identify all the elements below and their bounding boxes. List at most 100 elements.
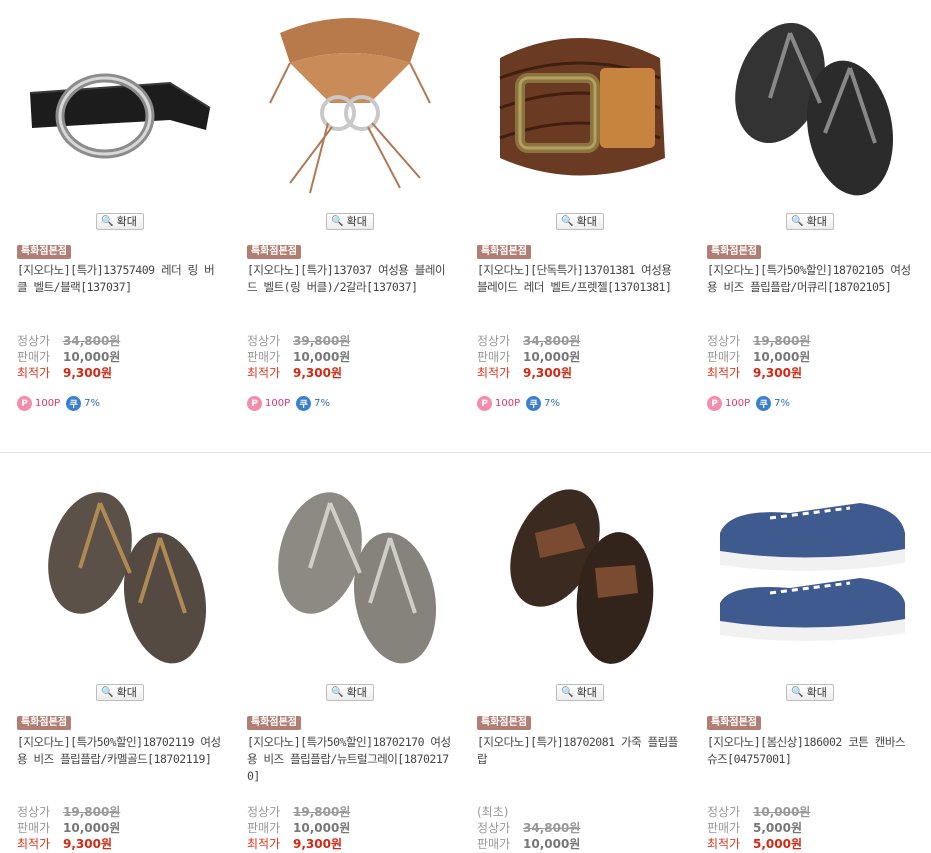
product-image[interactable]	[245, 0, 455, 205]
product-card: 🔍 확대 특화점본점 [지오다노][특가]137037 여성용 블레이드 벨트(링…	[245, 0, 455, 411]
product-card: 🔍 확대 특화점본점 [지오다노][특가50%할인]18702170 여성용 비즈…	[245, 470, 455, 851]
magnifier-icon: 🔍	[101, 216, 114, 227]
coupon-icon: 쿠	[66, 396, 82, 411]
product-name-link[interactable]: [지오다노][봄신상]186002 코튼 캔바스 슈즈[04757001]	[707, 734, 912, 768]
price-block: 정상가 19,800원 판매가 10,000원 최적가 9,300원	[17, 805, 121, 851]
price-block: 정상가 34,800원 판매가 10,000원 최적가 9,300원	[477, 334, 581, 380]
magnifier-icon: 🔍	[101, 687, 114, 698]
sale-price: 10,000원	[523, 350, 581, 364]
coupon-icon: 쿠	[296, 396, 312, 411]
store-badge: 특화점본점	[17, 245, 71, 259]
magnifier-icon: 🔍	[791, 216, 804, 227]
zoom-button[interactable]: 🔍 확대	[96, 684, 144, 701]
sale-price: 10,000원	[293, 821, 351, 835]
regular-price: 34,800원	[523, 334, 581, 348]
sale-price: 10,000원	[523, 837, 581, 851]
product-row: 🔍 확대 특화점본점 [지오다노][특가50%할인]18702119 여성용 비즈…	[0, 470, 931, 853]
magnifier-icon: 🔍	[561, 687, 574, 698]
product-card: 🔍 확대 특화점본점 [지오다노][특가50%할인]18702105 여성용 비즈…	[705, 0, 915, 411]
best-price: 9,300원	[293, 366, 342, 380]
product-card: 🔍 확대 특화점본점 [지오다노][봄신상]186002 코튼 캔바스 슈즈[04…	[705, 470, 915, 851]
price-block: 정상가 39,800원 판매가 10,000원 최적가 9,300원	[247, 334, 351, 380]
point-icon: P	[707, 396, 722, 411]
product-image[interactable]	[705, 470, 915, 675]
zoom-button[interactable]: 🔍 확대	[556, 213, 604, 230]
product-name-link[interactable]: [지오다노][단독특가]13701381 여성용 블레이드 레더 벨트/프렛젤[…	[477, 262, 682, 296]
store-badge: 특화점본점	[17, 716, 71, 730]
price-block: (최초) 정상가 34,800원 판매가 10,000원	[477, 805, 581, 851]
perks: P 100P 쿠 7%	[17, 396, 100, 411]
coupon-info[interactable]: 쿠 7%	[756, 396, 790, 411]
perks: P 100P 쿠 7%	[247, 396, 330, 411]
magnifier-icon: 🔍	[331, 216, 344, 227]
product-image[interactable]	[15, 470, 225, 675]
best-price: 5,000원	[753, 837, 802, 851]
sale-price: 5,000원	[753, 821, 802, 835]
store-badge: 특화점본점	[247, 245, 301, 259]
product-name-link[interactable]: [지오다노][특가50%할인]18702170 여성용 비즈 플립플랍/뉴트럴그…	[247, 734, 452, 785]
zoom-button[interactable]: 🔍 확대	[326, 684, 374, 701]
product-card: 🔍 확대 특화점본점 [지오다노][단독특가]13701381 여성용 블레이드 …	[475, 0, 685, 411]
row-divider	[0, 452, 931, 453]
zoom-button[interactable]: 🔍 확대	[786, 213, 834, 230]
product-image[interactable]	[15, 0, 225, 205]
price-block: 정상가 10,000원 판매가 5,000원 최적가 5,000원	[707, 805, 811, 851]
point-icon: P	[17, 396, 32, 411]
magnifier-icon: 🔍	[791, 687, 804, 698]
zoom-button[interactable]: 🔍 확대	[556, 684, 604, 701]
coupon-icon: 쿠	[526, 396, 542, 411]
perks: P 100P 쿠 7%	[477, 396, 560, 411]
perks: P 100P 쿠 7%	[707, 396, 790, 411]
product-image[interactable]	[245, 470, 455, 675]
sale-price: 10,000원	[753, 350, 811, 364]
regular-price: 19,800원	[63, 805, 121, 819]
price-block: 정상가 19,800원 판매가 10,000원 최적가 9,300원	[247, 805, 351, 851]
product-name-link[interactable]: [지오다노][특가]137037 여성용 블레이드 벨트(링 버클)/2갈라[1…	[247, 262, 452, 296]
regular-price: 34,800원	[523, 821, 581, 835]
zoom-button[interactable]: 🔍 확대	[326, 213, 374, 230]
point-info[interactable]: P 100P	[247, 396, 290, 411]
point-info[interactable]: P 100P	[707, 396, 750, 411]
point-info[interactable]: P 100P	[477, 396, 520, 411]
product-card: 🔍 확대 특화점본점 [지오다노][특가]18702081 가죽 플립플랍 (최초…	[475, 470, 685, 851]
point-icon: P	[477, 396, 492, 411]
store-badge: 특화점본점	[707, 245, 761, 259]
product-name-link[interactable]: [지오다노][특가50%할인]18702105 여성용 비즈 플립플랍/머큐리[…	[707, 262, 912, 296]
product-card: 🔍 확대 특화점본점 [지오다노][특가50%할인]18702119 여성용 비즈…	[15, 470, 225, 851]
best-price: 9,300원	[523, 366, 572, 380]
price-block: 정상가 34,800원 판매가 10,000원 최적가 9,300원	[17, 334, 121, 380]
sale-price: 10,000원	[293, 350, 351, 364]
coupon-icon: 쿠	[756, 396, 772, 411]
regular-price: 19,800원	[753, 334, 811, 348]
point-icon: P	[247, 396, 262, 411]
best-price: 9,300원	[63, 837, 112, 851]
store-badge: 특화점본점	[477, 716, 531, 730]
sale-price: 10,000원	[63, 821, 121, 835]
product-grid: 🔍 확대 특화점본점 [지오다노][특가]13757409 레더 링 버클 벨트/…	[0, 0, 931, 853]
best-price: 9,300원	[753, 366, 802, 380]
product-name-link[interactable]: [지오다노][특가]13757409 레더 링 버클 벨트/블랙[137037]	[17, 262, 222, 296]
coupon-info[interactable]: 쿠 7%	[296, 396, 330, 411]
store-badge: 특화점본점	[707, 716, 761, 730]
regular-price: 34,800원	[63, 334, 121, 348]
product-name-link[interactable]: [지오다노][특가50%할인]18702119 여성용 비즈 플립플랍/카멜골드…	[17, 734, 222, 768]
regular-price: 19,800원	[293, 805, 351, 819]
product-name-link[interactable]: [지오다노][특가]18702081 가죽 플립플랍	[477, 734, 682, 768]
coupon-info[interactable]: 쿠 7%	[526, 396, 560, 411]
best-price: 9,300원	[63, 366, 112, 380]
price-block: 정상가 19,800원 판매가 10,000원 최적가 9,300원	[707, 334, 811, 380]
product-card: 🔍 확대 특화점본점 [지오다노][특가]13757409 레더 링 버클 벨트/…	[15, 0, 225, 411]
regular-price: 39,800원	[293, 334, 351, 348]
magnifier-icon: 🔍	[331, 687, 344, 698]
regular-price: 10,000원	[753, 805, 811, 819]
zoom-button[interactable]: 🔍 확대	[786, 684, 834, 701]
magnifier-icon: 🔍	[561, 216, 574, 227]
coupon-info[interactable]: 쿠 7%	[66, 396, 100, 411]
store-badge: 특화점본점	[247, 716, 301, 730]
point-info[interactable]: P 100P	[17, 396, 60, 411]
product-image[interactable]	[475, 470, 685, 675]
price-note: (최초)	[477, 805, 509, 819]
zoom-button[interactable]: 🔍 확대	[96, 213, 144, 230]
product-image[interactable]	[475, 0, 685, 205]
product-image[interactable]	[705, 0, 915, 205]
